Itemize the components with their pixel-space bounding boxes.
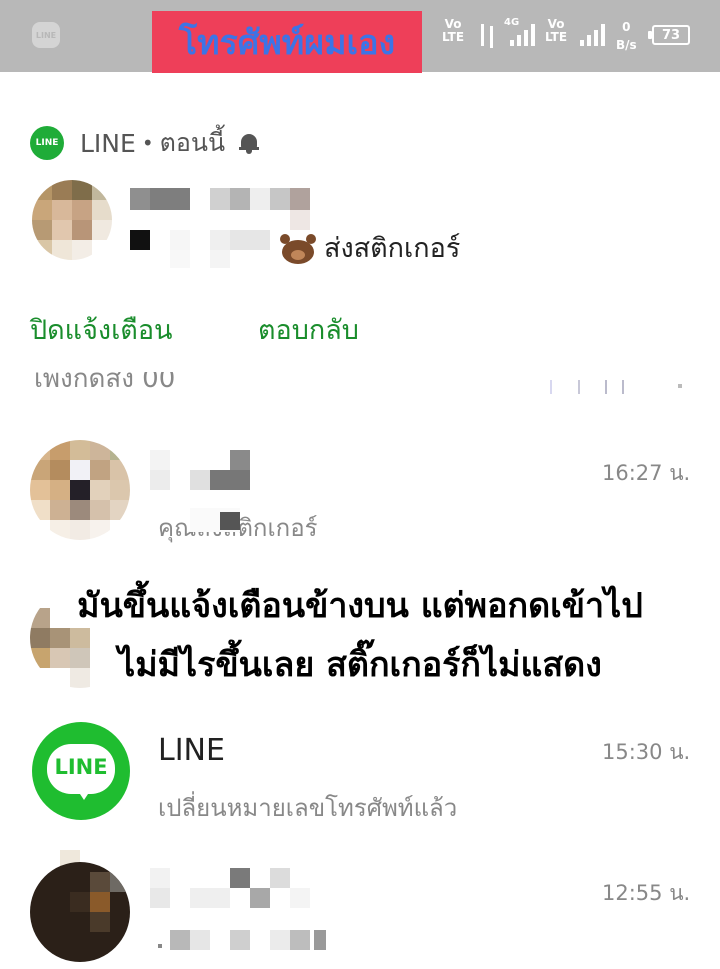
notification-message: ส่งสติกเกอร์ [324,233,461,264]
chat-preview: เปลี่ยนหมายเลขโทรศัพท์แล้ว [158,794,458,822]
line-bubble-tail [76,788,92,800]
bell-icon [239,132,260,154]
line-app-icon: LINE [30,126,64,160]
bear-sticker-icon [280,234,316,264]
mute-notification-button[interactable]: ปิดแจ้งเตือน [30,308,173,351]
notification-avatar [32,180,112,260]
signal-bars-icon-1 [510,24,535,46]
volte-label-1: Vo LTE [442,17,465,44]
line-official-avatar: LINE [32,722,130,820]
reply-button[interactable]: ตอบกลับ [258,308,359,351]
chat-avatar [30,850,130,962]
chat-name-pixelated [150,868,310,908]
status-bar: LINE โทรศัพท์ผมเอง Vo LTE 4G Vo LTE 0 B/s … [0,0,720,73]
cut-off-row: เพิ่งกดส่ง 00 [30,372,690,394]
chat-time: 16:27 น. [602,461,691,485]
battery-icon: 73 [652,25,690,45]
title-banner: โทรศัพท์ผมเอง [152,11,422,73]
net-speed-unit: B/s [616,38,637,52]
chat-name-pixelated [150,450,250,490]
caption-line-2: ไม่มีไรขึ้นเลย สติ๊กเกอร์ก็ไม่แสดง [118,645,602,685]
separator-dot: • [141,131,154,155]
line-icon: LINE [32,22,60,48]
chat-list-item[interactable]: 12:55 น. [0,850,720,969]
cut-off-text: เพิ่งกดส่ง 00 [34,372,176,394]
net-speed: 0 B/s [616,18,637,54]
chat-avatar [30,440,130,540]
caption-line-1: มันขึ้นแจ้งเตือนข้างบน แต่พอกดเข้าไป [77,586,643,626]
preview-pixelated [150,928,330,950]
chat-list-item[interactable]: LINE LINE เปลี่ยนหมายเลขโทรศัพท์แล้ว 15:… [0,700,720,840]
notification-time: ตอนนี้ [159,128,226,157]
chat-list-item[interactable]: คุณส่งสติกเกอร์ 16:27 น. [0,430,720,555]
data-arrows-icon [478,24,496,48]
chat-time: 12:55 น. [602,881,691,905]
volte-label-2: Vo LTE [545,17,568,44]
notification-header[interactable]: LINE LINE • ตอนนี้ [30,126,260,160]
signal-bars-icon-2 [580,24,605,46]
notification-app-name: LINE [80,128,136,158]
chat-name: LINE [158,733,225,768]
chat-time: 15:30 น. [602,740,691,764]
preview-pixelated [190,508,240,532]
line-logo-text: LINE [54,755,108,779]
net-speed-value: 0 [622,20,631,34]
